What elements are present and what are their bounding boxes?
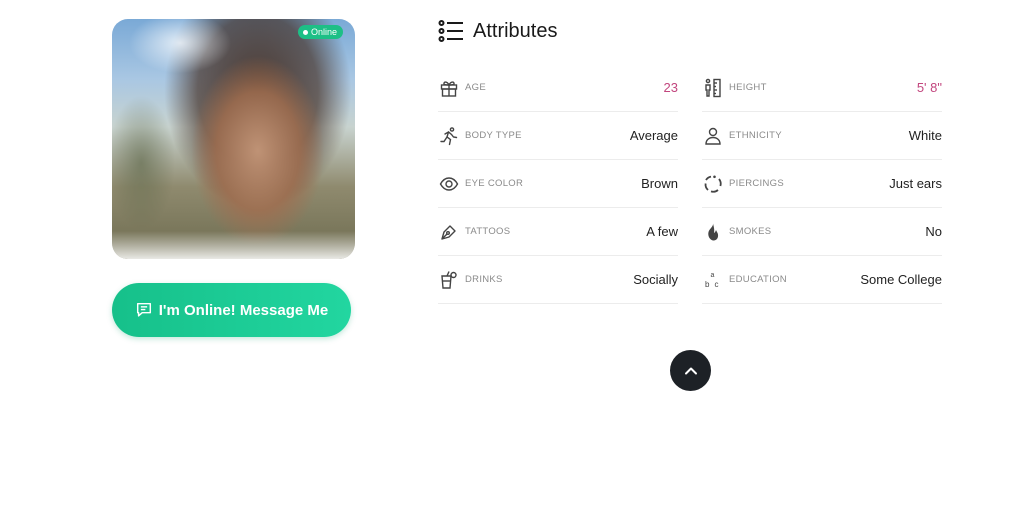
person-icon [702, 125, 724, 147]
chevron-up-icon [684, 367, 697, 374]
drinks-icon [438, 269, 460, 291]
smokes-label: SMOKES [729, 226, 772, 237]
profile-page: Online I'm Online! Message Me Attributes [0, 0, 1024, 506]
message-me-label: I'm Online! Message Me [158, 301, 329, 319]
attribute-row-tattoos: TATTOOS A few [438, 208, 678, 256]
ring-icon [702, 173, 724, 195]
attribute-row-eye-color: EYE COLOR Brown [438, 160, 678, 208]
piercings-label: PIERCINGS [729, 178, 784, 189]
eye-color-label: EYE COLOR [465, 178, 524, 189]
eye-color-value: Brown [641, 176, 678, 191]
gift-icon [438, 77, 460, 99]
photo-fade [112, 231, 355, 259]
education-value: Some College [860, 272, 942, 287]
attributes-heading: Attributes [438, 19, 557, 43]
piercings-value: Just ears [889, 176, 942, 191]
abc-icon: a b c [702, 269, 724, 291]
online-badge-label: Online [310, 27, 337, 37]
message-me-button[interactable]: I'm Online! Message Me [112, 283, 351, 337]
eye-icon [438, 173, 460, 195]
running-icon [438, 125, 460, 147]
chat-icon [136, 302, 151, 317]
pen-nib-icon [438, 221, 460, 243]
attribute-row-drinks: DRINKS Socially [438, 256, 678, 304]
attribute-row-ethnicity: ETHNICITY White [702, 112, 942, 160]
body-type-value: Average [629, 128, 678, 143]
list-icon [438, 20, 463, 42]
age-label: AGE [465, 82, 486, 93]
height-label: HEIGHT [729, 82, 767, 93]
profile-photo[interactable]: Online [112, 19, 355, 259]
attribute-row-smokes: SMOKES No [702, 208, 942, 256]
attribute-row-piercings: PIERCINGS Just ears [702, 160, 942, 208]
flame-icon [702, 221, 724, 243]
svg-text:c: c [715, 280, 719, 289]
age-value: 23 [663, 80, 678, 95]
svg-text:a: a [711, 272, 715, 279]
attributes-title: Attributes [473, 19, 558, 42]
height-icon [702, 77, 724, 99]
online-dot-icon [302, 29, 308, 35]
tattoos-value: A few [646, 224, 678, 239]
attribute-row-education: a b c EDUCATION Some College [702, 256, 942, 304]
drinks-label: DRINKS [465, 274, 503, 285]
attributes-right-column: HEIGHT 5' 8" ETHNICITY White PIERCINGS J… [702, 64, 942, 304]
attribute-row-height: HEIGHT 5' 8" [702, 64, 942, 112]
ethnicity-value: White [908, 128, 942, 143]
drinks-value: Socially [633, 272, 678, 287]
height-value: 5' 8" [916, 80, 942, 95]
online-badge: Online [297, 25, 343, 39]
svg-text:b: b [705, 280, 710, 289]
attribute-row-body-type: BODY TYPE Average [438, 112, 678, 160]
scroll-to-top-button[interactable] [670, 350, 711, 391]
attribute-row-age: AGE 23 [438, 64, 678, 112]
attributes-left-column: AGE 23 BODY TYPE Average EYE COLOR Brown… [438, 64, 678, 304]
tattoos-label: TATTOOS [465, 226, 511, 237]
smokes-value: No [925, 224, 942, 239]
body-type-label: BODY TYPE [465, 130, 522, 141]
education-label: EDUCATION [729, 274, 787, 285]
ethnicity-label: ETHNICITY [729, 130, 782, 141]
